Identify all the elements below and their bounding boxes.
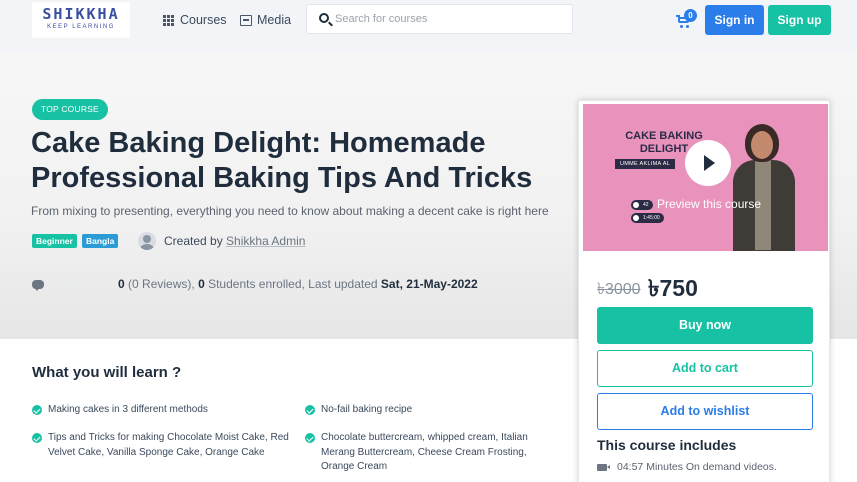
- check-icon: [305, 433, 315, 443]
- check-icon: [32, 433, 42, 443]
- include-item: 04:57 Minutes On demand videos.: [597, 461, 777, 473]
- learn-item: No-fail baking recipe: [305, 403, 555, 418]
- check-icon: [32, 405, 42, 415]
- instructor-image: [733, 122, 795, 251]
- nav-media[interactable]: Media: [240, 12, 291, 28]
- nav-courses-label: Courses: [180, 13, 227, 27]
- course-stats: 0 (0 Reviews), 0 Students enrolled, Last…: [118, 277, 478, 291]
- reviews-count: (0 Reviews),: [128, 277, 195, 291]
- check-icon: [305, 405, 315, 415]
- thumb-chip-lessons: 42: [631, 200, 653, 210]
- sign-up-button[interactable]: Sign up: [768, 5, 831, 35]
- course-subtitle: From mixing to presenting, everything yo…: [31, 204, 549, 218]
- media-icon: [240, 14, 252, 26]
- last-updated-date: Sat, 21-May-2022: [380, 277, 478, 291]
- grid-icon: [163, 14, 175, 26]
- level-tag: Beginner: [32, 234, 77, 248]
- learn-item: Making cakes in 3 different methods: [32, 403, 282, 418]
- add-to-cart-button[interactable]: Add to cart: [597, 350, 813, 387]
- logo-wordmark: SHIKKHA: [42, 5, 120, 23]
- course-includes-heading: This course includes: [597, 437, 737, 453]
- preview-course-label[interactable]: Preview this course: [657, 197, 761, 211]
- language-tag: Bangla: [82, 234, 119, 248]
- site-logo[interactable]: SHIKKHA KEEP LEARNING: [32, 2, 130, 38]
- course-title: Cake Baking Delight: Homemade Profession…: [31, 127, 533, 194]
- play-icon[interactable]: [685, 140, 731, 186]
- original-price: ৳3000: [597, 281, 641, 298]
- thumb-instructor-name: UMME AKLIMA AL: [615, 159, 676, 169]
- students-count: 0: [198, 277, 205, 291]
- buy-now-button[interactable]: Buy now: [597, 307, 813, 344]
- last-updated-label: Last updated: [308, 277, 378, 291]
- learn-item-text: Tips and Tricks for making Chocolate Moi…: [48, 432, 289, 458]
- nav-courses[interactable]: Courses: [163, 12, 227, 28]
- sign-in-button[interactable]: Sign in: [705, 5, 764, 35]
- learn-item-text: Chocolate buttercream, whipped cream, It…: [321, 432, 528, 472]
- comment-icon: [32, 280, 44, 291]
- search-icon[interactable]: [319, 13, 329, 23]
- course-preview-thumbnail[interactable]: CAKE BAKING DELIGHT UMME AKLIMA AL 42 1:…: [583, 104, 828, 251]
- top-course-badge: TOP COURSE: [32, 99, 108, 120]
- created-by: Created by Shikkha Admin: [164, 234, 305, 248]
- learn-item: Chocolate buttercream, whipped cream, It…: [305, 431, 555, 475]
- learn-heading: What you will learn ?: [32, 364, 182, 381]
- logo-tagline: KEEP LEARNING: [47, 24, 115, 30]
- video-icon: [597, 463, 610, 471]
- learn-item: Tips and Tricks for making Chocolate Moi…: [32, 431, 292, 460]
- author-link[interactable]: Shikkha Admin: [226, 234, 305, 248]
- students-label: Students enrolled,: [208, 277, 305, 291]
- rating-value: 0: [118, 277, 125, 291]
- rating-stars: ★★★★★: [50, 278, 109, 292]
- top-navbar: SHIKKHA KEEP LEARNING Courses Media 0 Si…: [0, 0, 857, 52]
- nav-media-label: Media: [257, 13, 292, 27]
- discounted-price: ৳750: [648, 275, 698, 301]
- search-box: [306, 4, 573, 34]
- add-to-wishlist-button[interactable]: Add to wishlist: [597, 393, 813, 430]
- include-item-label: 04:57 Minutes On demand videos.: [617, 461, 777, 473]
- learn-item-text: Making cakes in 3 different methods: [48, 404, 208, 415]
- author-avatar: [138, 232, 156, 250]
- learn-item-text: No-fail baking recipe: [321, 404, 413, 415]
- search-input[interactable]: [335, 10, 565, 28]
- created-by-label: Created by: [164, 234, 223, 248]
- cart-count-badge: 0: [684, 9, 697, 22]
- price-row: ৳3000 ৳750: [597, 270, 698, 309]
- thumb-chip-duration: 1:45:00: [631, 213, 664, 223]
